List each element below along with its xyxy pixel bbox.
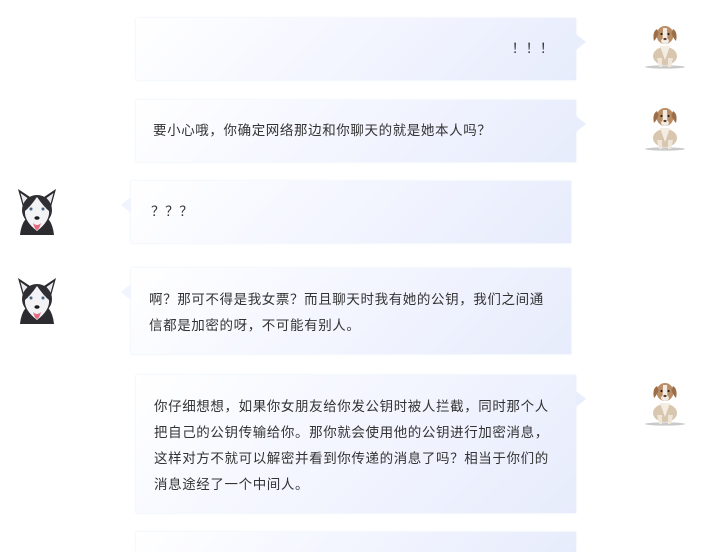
message-text: 要小心哦，你确定网络那边和你聊天的就是她本人吗？ (153, 123, 492, 139)
message-bubble: 要小心哦，你确定网络那边和你聊天的就是她本人吗？ (136, 100, 586, 162)
puppy-avatar (645, 108, 685, 151)
message-text: 啊？那可不得是我女票？而且聊天时我有她的公钥，我们之间通信都是加密的呀，不可能有… (149, 292, 544, 334)
message-text: ？？？ (151, 204, 194, 220)
message-bubble: 你仔细想想，如果你女朋友给你发公钥时被人拦截，同时那个人把自己的公钥传输给你。那… (136, 375, 586, 513)
puppy-avatar (645, 26, 685, 69)
message-bubble: ？？？ (121, 181, 571, 243)
message-bubble: ！！！ (136, 18, 586, 80)
message-text: 你仔细想想，如果你女朋友给你发公钥时被人拦截，同时那个人把自己的公钥传输给你。那… (154, 399, 549, 493)
message-bubble (136, 532, 576, 552)
message-text: ！！！ (511, 41, 554, 57)
husky-avatar (18, 189, 56, 235)
message-bubble: 啊？那可不得是我女票？而且聊天时我有她的公钥，我们之间通信都是加密的呀，不可能有… (121, 268, 571, 354)
chat-conversation: ！！！ 要小心哦，你确定网络那边和你聊天的就是她本人吗？ ？？？ 啊？那可不得是… (0, 0, 712, 552)
husky-avatar (18, 278, 56, 324)
puppy-avatar (645, 383, 685, 426)
